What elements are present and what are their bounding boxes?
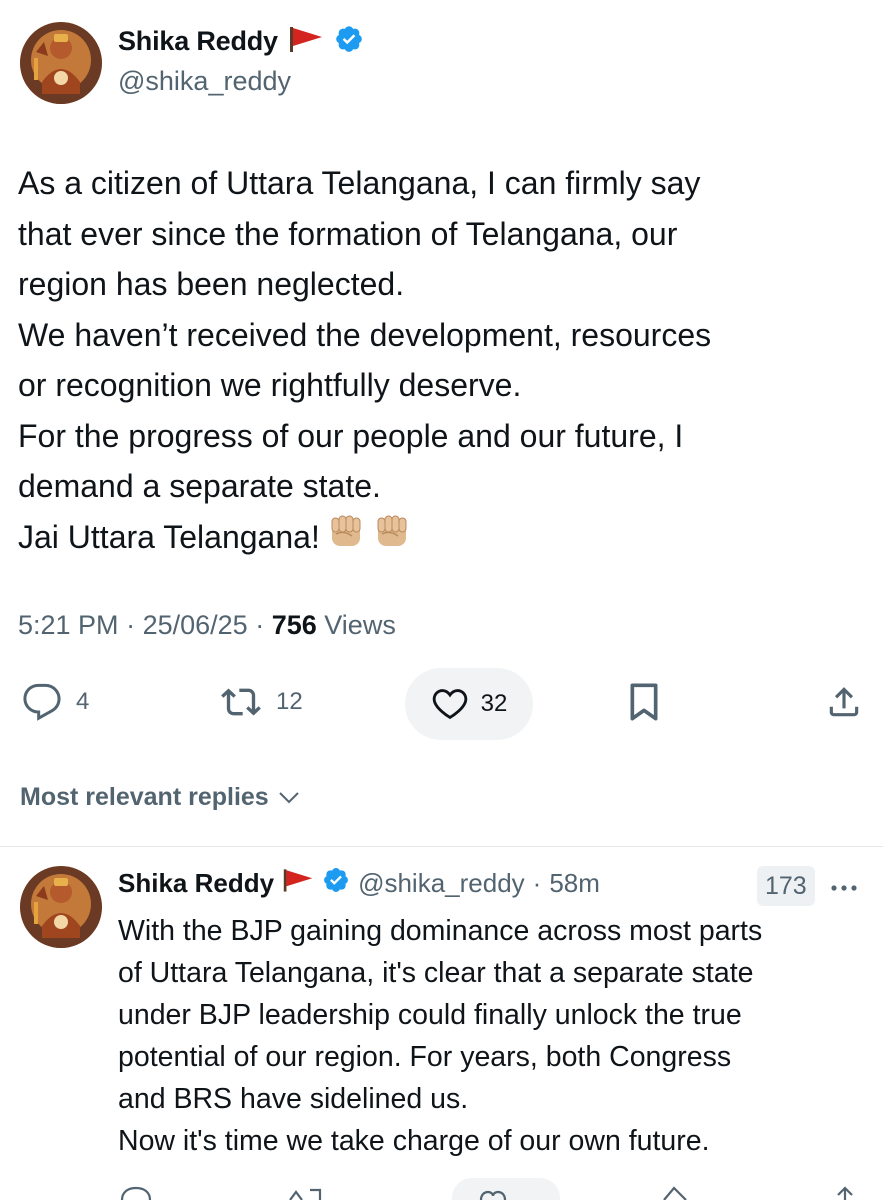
reply-time[interactable]: 58m xyxy=(549,868,600,899)
heart-icon xyxy=(432,689,467,720)
retweet-button[interactable]: 12 xyxy=(220,682,303,722)
tweet-line: region has been neglected. xyxy=(18,266,405,302)
retweet-icon[interactable] xyxy=(286,1188,326,1200)
bookmark-button[interactable] xyxy=(627,682,661,722)
reply-line: under BJP leadership could finally unloc… xyxy=(118,999,742,1031)
divider xyxy=(0,846,883,847)
raised-fist-emoji-icon xyxy=(326,512,366,567)
author-handle[interactable]: @shika_reddy xyxy=(118,66,291,97)
tweet-line: demand a separate state. xyxy=(18,468,381,504)
reply-line: Now it's time we take charge of our own … xyxy=(118,1125,710,1157)
retweet-icon xyxy=(221,688,261,716)
saffron-flag-icon xyxy=(282,868,314,899)
verified-badge-icon[interactable] xyxy=(322,866,350,901)
meta-separator: · xyxy=(255,610,272,640)
share-button[interactable] xyxy=(825,682,863,722)
views-label: Views xyxy=(324,610,396,640)
meta-separator: · xyxy=(532,868,542,898)
like-button[interactable]: 32 xyxy=(405,668,533,740)
heart-icon[interactable] xyxy=(478,1190,508,1200)
author-name-row: Shika Reddy xyxy=(118,24,364,59)
reply-line: With the BJP gaining dominance across mo… xyxy=(118,915,763,947)
verified-badge-icon[interactable] xyxy=(334,24,364,59)
reply-line: potential of our region. For years, both… xyxy=(118,1041,732,1073)
reply-button[interactable]: 4 xyxy=(22,682,89,722)
replies-sort-label: Most relevant replies xyxy=(20,783,269,811)
tweet-date[interactable]: 25/06/25 xyxy=(143,610,248,640)
speech-bubble-icon xyxy=(23,683,61,721)
tweet-line: We haven’t received the development, res… xyxy=(18,316,712,353)
views-icon[interactable] xyxy=(660,1186,690,1200)
reply-body: With the BJP gaining dominance across mo… xyxy=(118,910,878,1162)
tweet-body: As a citizen of Uttara Telangana, I can … xyxy=(18,158,858,566)
reply-author-handle[interactable]: @shika_reddy xyxy=(358,868,525,899)
author-avatar[interactable] xyxy=(20,22,102,104)
share-icon xyxy=(829,687,859,717)
like-count: 32 xyxy=(480,690,508,717)
more-dots-icon[interactable] xyxy=(830,880,858,898)
tweet-time[interactable]: 5:21 PM xyxy=(18,610,119,640)
tweet-detail-page: Shika Reddy @shika_reddy As a citizen of… xyxy=(0,0,883,1200)
reply-line: of Uttara Telangana, it's clear that a s… xyxy=(118,957,754,989)
share-icon[interactable] xyxy=(830,1186,860,1200)
tweet-meta: 5:21 PM · 25/06/25 · 756 Views xyxy=(18,610,396,641)
tweet-line: or recognition we rightfully deserve. xyxy=(18,367,522,403)
tweet-line: that ever since the formation of Telanga… xyxy=(18,215,678,252)
tweet-line: Jai Uttara Telangana! xyxy=(18,518,320,555)
reply-header: Shika Reddy @shika_reddy · 58m xyxy=(118,866,600,901)
chevron-down-icon xyxy=(279,791,299,803)
saffron-flag-icon xyxy=(288,26,324,57)
reply-line: and BRS have sidelined us. xyxy=(118,1083,469,1115)
reply-author-avatar[interactable] xyxy=(20,866,102,948)
tweet-line: For the progress of our people and our f… xyxy=(18,417,684,454)
replies-sort-dropdown[interactable]: Most relevant replies xyxy=(20,783,301,812)
views-count: 756 xyxy=(271,610,317,640)
meta-separator: · xyxy=(126,610,143,640)
author-name[interactable]: Shika Reddy xyxy=(118,26,278,57)
reply-author-name[interactable]: Shika Reddy xyxy=(118,868,274,899)
raised-fist-emoji-icon xyxy=(372,512,412,567)
reply-count: 4 xyxy=(76,688,90,715)
bookmark-icon xyxy=(630,683,658,721)
retweet-count: 12 xyxy=(276,688,303,715)
tweet-line: As a citizen of Uttara Telangana, I can … xyxy=(18,165,701,201)
reply-count-badge: 173 xyxy=(757,866,815,906)
speech-bubble-icon[interactable] xyxy=(118,1186,154,1200)
tweet-last-line: Jai Uttara Telangana! xyxy=(18,512,858,567)
